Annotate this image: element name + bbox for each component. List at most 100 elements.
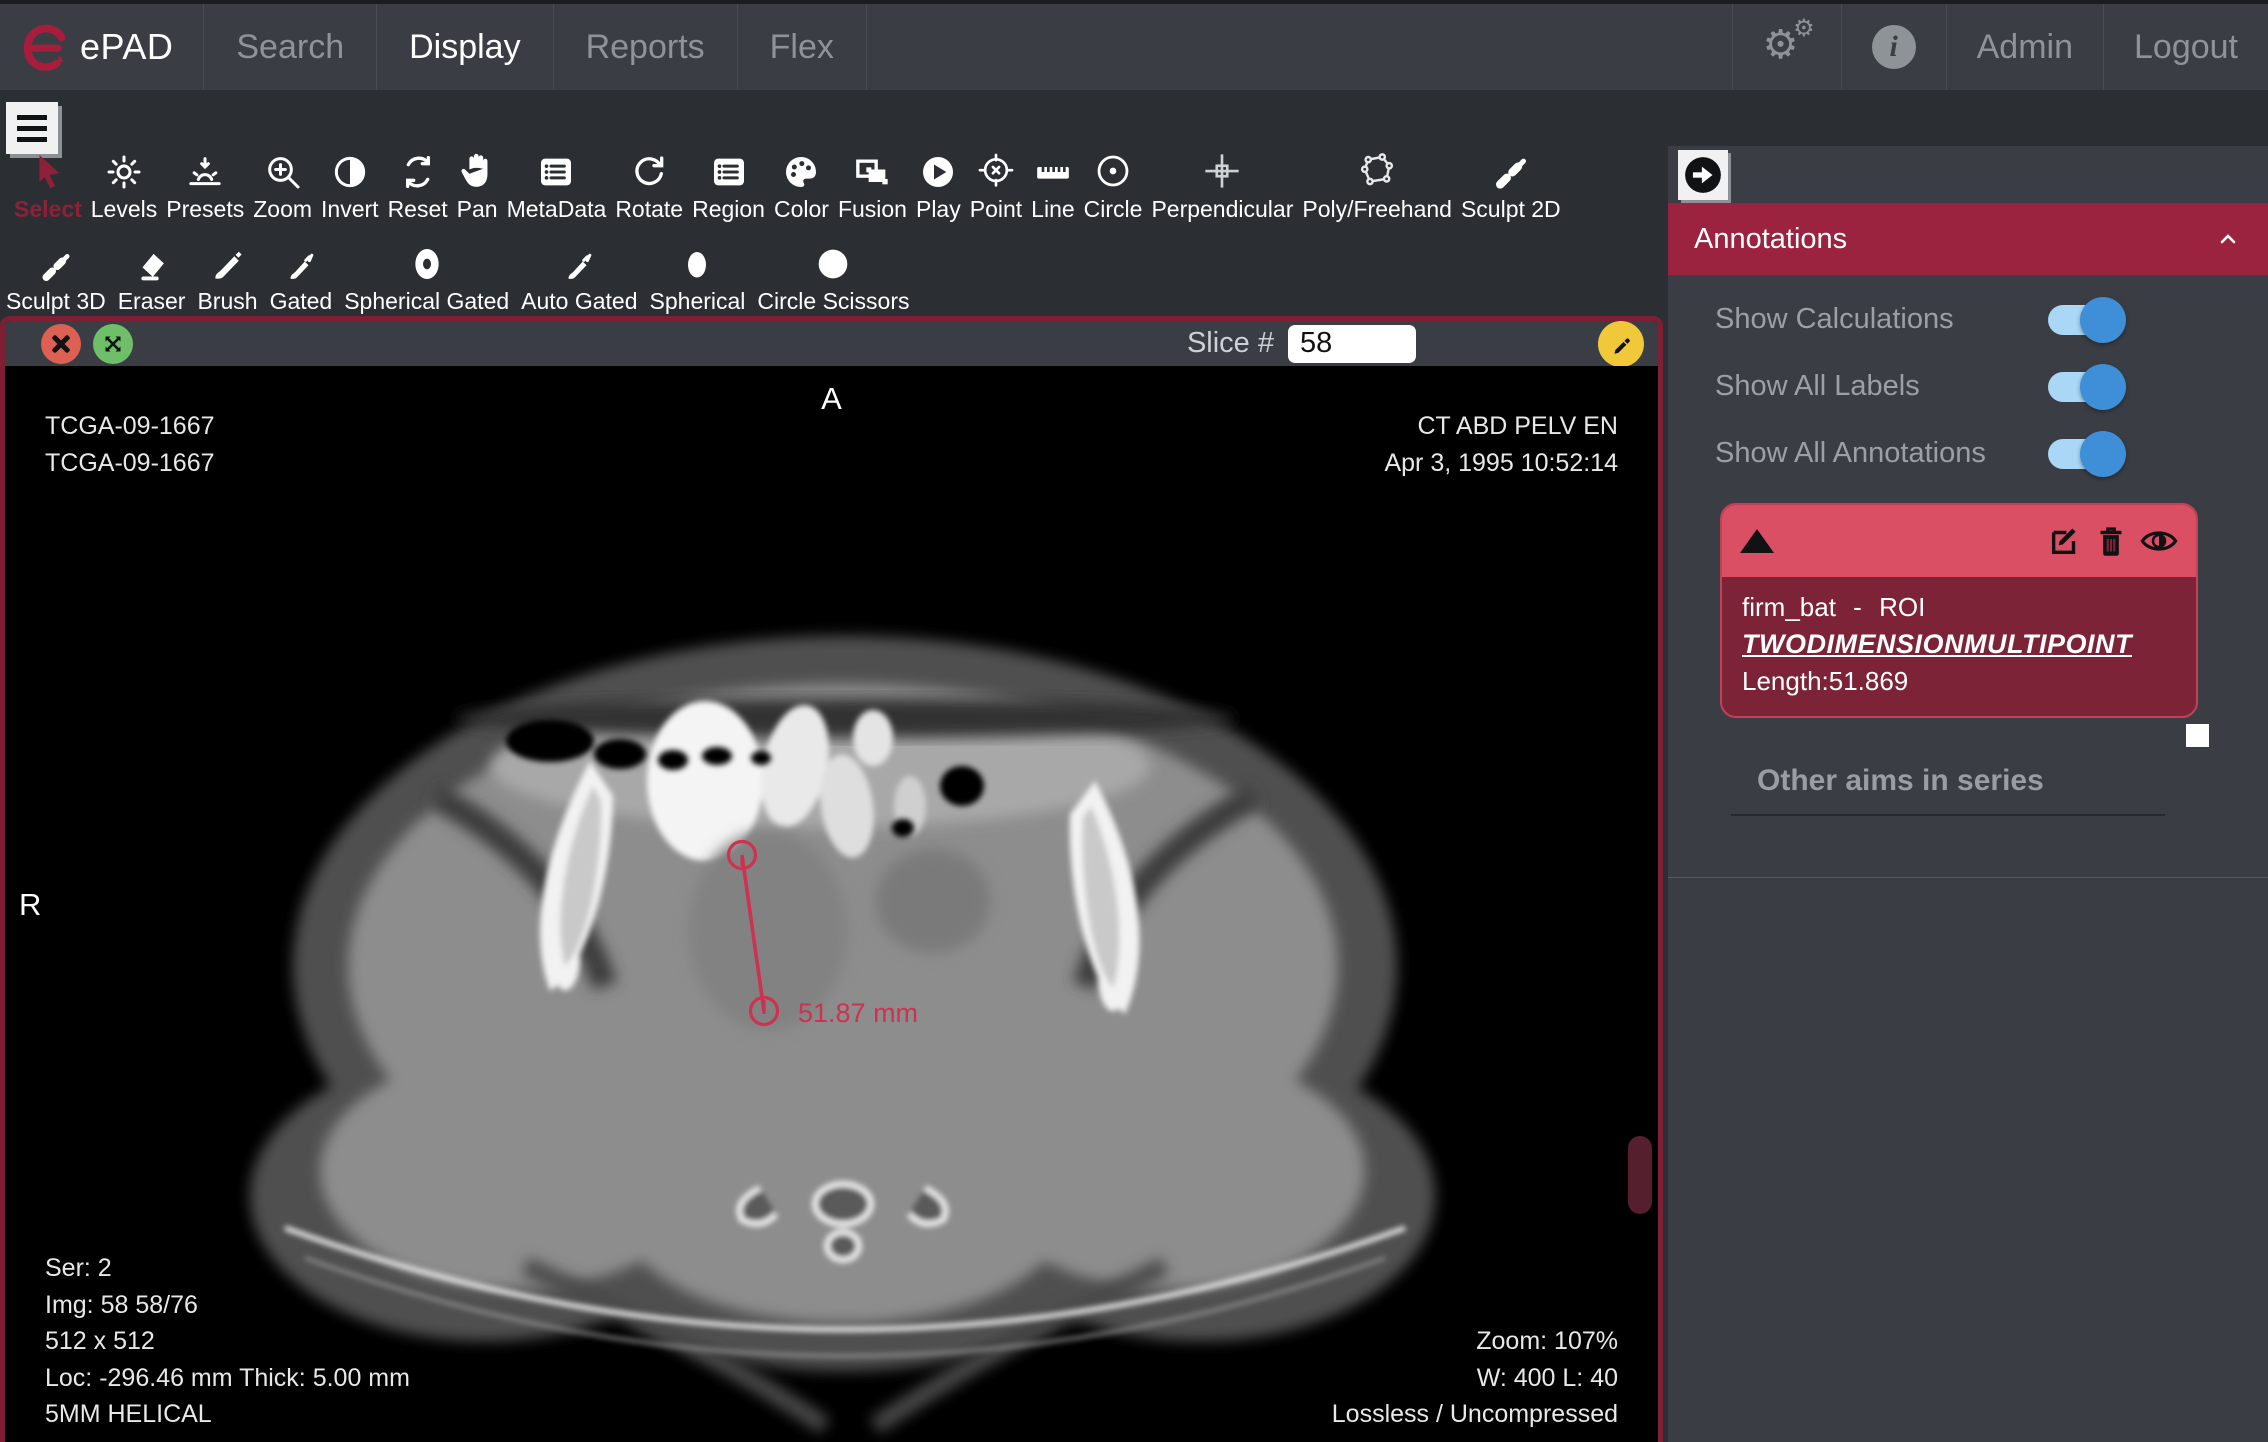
tool-metadata[interactable]: MetaData xyxy=(507,146,606,221)
tool-gated[interactable]: Gated xyxy=(270,238,332,313)
brush-icon xyxy=(209,238,247,284)
tool-select[interactable]: Select xyxy=(14,146,82,221)
arrow-right-circle-icon xyxy=(1685,157,1721,193)
compression-info: Lossless / Uncompressed xyxy=(1331,1400,1618,1428)
patient-id-line2: TCGA-09-1667 xyxy=(45,449,215,477)
tool-region[interactable]: Region xyxy=(692,146,765,221)
tool-sculpt-3d[interactable]: Sculpt 3D xyxy=(6,238,106,313)
tool-pan[interactable]: Pan xyxy=(457,146,498,221)
circular-arrows-icon xyxy=(398,146,438,192)
show-all-labels-toggle[interactable] xyxy=(2048,363,2126,410)
annotation-type: ROI xyxy=(1879,592,1926,622)
tab-search[interactable]: Search xyxy=(203,4,376,90)
eye-icon[interactable] xyxy=(2140,526,2178,556)
annotation-shape-type: TWODIMENSIONMULTIPOINT xyxy=(1742,629,2132,659)
tool-rotate[interactable]: Rotate xyxy=(615,146,683,221)
tool-spherical[interactable]: Spherical xyxy=(650,238,745,313)
epad-logo-icon xyxy=(23,24,66,71)
series-info: Ser: 2 Img: 58 58/76 512 x 512 Loc: -296… xyxy=(45,1250,410,1433)
admin-button[interactable]: Admin xyxy=(1945,4,2103,90)
egg-icon xyxy=(679,238,715,284)
small-brush-icon xyxy=(561,238,597,284)
tool-eraser[interactable]: Eraser xyxy=(118,238,185,313)
hamburger-icon xyxy=(17,114,47,120)
tool-invert[interactable]: Invert xyxy=(321,146,379,221)
tool-reset[interactable]: Reset xyxy=(388,146,448,221)
top-navbar: ePAD Search Display Reports Flex ⚙ ⚙ i Ad… xyxy=(0,0,2268,90)
rotate-arrow-icon xyxy=(629,146,669,192)
toggle-row-show-all-labels: Show All Labels xyxy=(1668,353,2268,420)
logout-button[interactable]: Logout xyxy=(2103,4,2268,90)
tab-reports[interactable]: Reports xyxy=(552,4,737,90)
annotations-header[interactable]: Annotations xyxy=(1668,203,2268,275)
tool-color[interactable]: Color xyxy=(774,146,829,221)
tool-fusion[interactable]: Fusion xyxy=(838,146,907,221)
edit-pencil-square-icon[interactable] xyxy=(2048,524,2082,558)
patient-id-line1: TCGA-09-1667 xyxy=(45,412,215,440)
sun-icon xyxy=(104,146,144,192)
display-info: Zoom: 107% W: 400 L: 40 Lossless / Uncom… xyxy=(1332,1323,1618,1433)
study-name: CT ABD PELV EN xyxy=(1417,412,1618,440)
settings-button[interactable]: ⚙ ⚙ xyxy=(1731,4,1841,90)
tool-poly-freehand[interactable]: Poly/Freehand xyxy=(1302,146,1452,221)
half-circle-icon xyxy=(330,146,370,192)
tool-perpendicular[interactable]: Perpendicular xyxy=(1151,146,1293,221)
orientation-marker-right: R xyxy=(19,887,42,922)
show-all-annotations-toggle[interactable] xyxy=(2048,430,2126,477)
measurement-label: 51.87 mm xyxy=(798,998,918,1028)
image-number: Img: 58 58/76 xyxy=(45,1290,198,1319)
tool-play[interactable]: Play xyxy=(916,146,961,221)
triangle-up-icon[interactable] xyxy=(1740,529,1774,553)
trash-icon[interactable] xyxy=(2095,524,2127,558)
tool-circle-scissors[interactable]: Circle Scissors xyxy=(757,238,909,313)
tool-circle[interactable]: Circle xyxy=(1084,146,1142,221)
annotation-name-line: firm_bat - ROI xyxy=(1742,589,2176,626)
slice-scrollbar-thumb[interactable] xyxy=(1628,1136,1652,1214)
tool-auto-gated[interactable]: Auto Gated xyxy=(521,238,638,313)
patient-info: TCGA-09-1667 TCGA-09-1667 xyxy=(45,408,215,482)
other-aims-heading: Other aims in series xyxy=(1731,764,2165,816)
tab-display[interactable]: Display xyxy=(376,4,552,90)
small-brush-icon xyxy=(283,238,319,284)
tool-sculpt-2d[interactable]: Sculpt 2D xyxy=(1461,146,1561,221)
info-button[interactable]: i xyxy=(1840,4,1946,90)
annotations-sidebar: Annotations Show Calculations Show All L… xyxy=(1668,146,2268,1442)
ct-image-area[interactable]: 51.87 mm A R TCGA-09-1667 TCGA-09-1667 C… xyxy=(5,366,1658,1442)
show-calculations-label: Show Calculations xyxy=(1715,303,1954,335)
slice-control: Slice # xyxy=(1187,324,1416,363)
window-level: W: 400 L: 40 xyxy=(1476,1363,1618,1392)
tab-flex[interactable]: Flex xyxy=(736,4,867,90)
toggle-row-show-all-annotations: Show All Annotations xyxy=(1668,420,2268,487)
tool-brush[interactable]: Brush xyxy=(197,238,258,313)
tool-spherical-gated[interactable]: Spherical Gated xyxy=(344,238,509,313)
expand-viewport-button[interactable] xyxy=(93,323,133,364)
close-viewport-button[interactable] xyxy=(41,323,81,364)
hand-icon xyxy=(458,146,496,192)
tool-zoom[interactable]: Zoom xyxy=(253,146,312,221)
pen-diagonal-icon xyxy=(1491,146,1531,192)
edit-slice-button[interactable] xyxy=(1598,321,1644,367)
expand-arrows-icon xyxy=(105,336,121,351)
tool-presets[interactable]: Presets xyxy=(166,146,244,221)
tool-levels[interactable]: Levels xyxy=(91,146,157,221)
annotation-toggles: Show Calculations Show All Labels Show A… xyxy=(1668,286,2268,487)
tool-point[interactable]: Point xyxy=(970,146,1022,221)
close-x-icon xyxy=(51,334,71,354)
annotation-card[interactable]: firm_bat - ROI TWODIMENSIONMULTIPOINT Le… xyxy=(1720,503,2198,718)
collapse-panel-button[interactable] xyxy=(1678,150,1728,200)
show-calculations-toggle[interactable] xyxy=(2048,296,2126,343)
annotation-card-header xyxy=(1722,505,2196,577)
image-viewport: Slice # 58 51.87 mm A R TCGA-09-1667 TCG… xyxy=(0,316,1663,1442)
toggle-row-show-calculations: Show Calculations xyxy=(1668,286,2268,353)
annotation-name: firm_bat xyxy=(1742,592,1836,622)
pencil-icon xyxy=(1614,337,1630,354)
slice-number-input[interactable] xyxy=(1288,324,1416,363)
pen-diagonal-icon xyxy=(38,238,74,284)
annotation-card-body: firm_bat - ROI TWODIMENSIONMULTIPOINT Le… xyxy=(1722,577,2196,716)
nav-tabs: Search Display Reports Flex xyxy=(203,4,867,90)
series-number: Ser: 2 xyxy=(45,1254,112,1282)
tool-line[interactable]: Line xyxy=(1031,146,1075,221)
panel-resize-handle[interactable] xyxy=(2186,724,2209,747)
show-all-annotations-label: Show All Annotations xyxy=(1715,437,1986,469)
play-circle-icon xyxy=(918,146,958,192)
